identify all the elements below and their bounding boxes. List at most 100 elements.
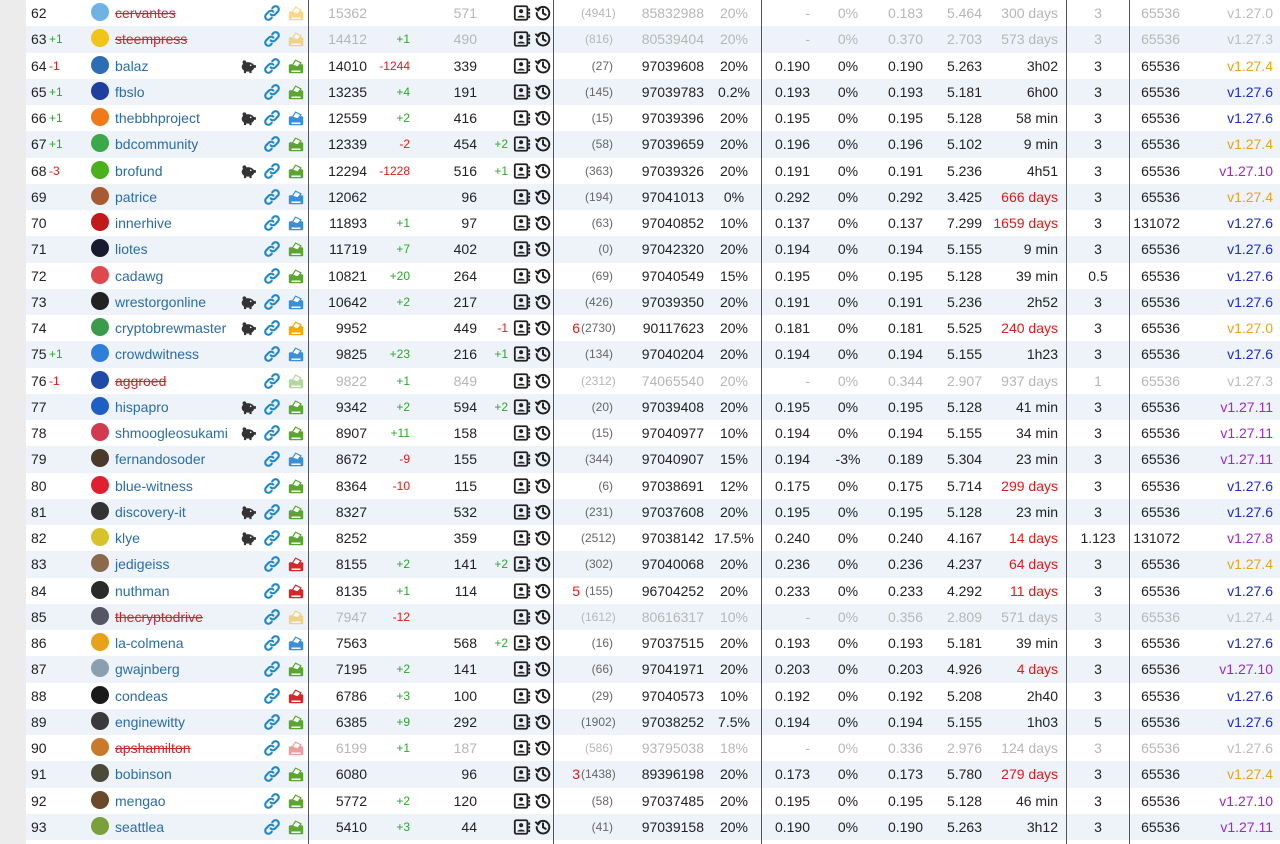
profile-card-icon[interactable] [513,214,531,232]
chain-link-icon[interactable] [263,582,281,600]
history-icon[interactable] [534,30,552,48]
chain-link-icon[interactable] [263,555,281,573]
profile-card-icon[interactable] [513,30,531,48]
profile-card-icon[interactable] [513,818,531,836]
profile-card-icon[interactable] [513,713,531,731]
history-icon[interactable] [534,503,552,521]
chain-link-icon[interactable] [263,109,281,127]
chain-link-icon[interactable] [263,713,281,731]
profile-card-icon[interactable] [513,608,531,626]
history-icon[interactable] [534,582,552,600]
history-icon[interactable] [534,687,552,705]
chain-link-icon[interactable] [263,660,281,678]
history-icon[interactable] [534,660,552,678]
witness-name-link[interactable]: thebbhproject [115,105,255,131]
profile-card-icon[interactable] [513,660,531,678]
profile-card-icon[interactable] [513,634,531,652]
chain-link-icon[interactable] [263,424,281,442]
witness-name-link[interactable]: seattlea [115,814,255,840]
profile-card-icon[interactable] [513,109,531,127]
witness-name-link[interactable]: cervantes [115,0,255,26]
witness-name-link[interactable]: hispapro [115,394,255,420]
profile-card-icon[interactable] [513,687,531,705]
history-icon[interactable] [534,398,552,416]
history-icon[interactable] [534,4,552,22]
chain-link-icon[interactable] [263,765,281,783]
profile-card-icon[interactable] [513,293,531,311]
witness-name-link[interactable]: liotes [115,236,255,262]
history-icon[interactable] [534,477,552,495]
history-icon[interactable] [534,240,552,258]
witness-name-link[interactable]: steempress [115,26,255,52]
chain-link-icon[interactable] [263,372,281,390]
chain-link-icon[interactable] [263,293,281,311]
chain-link-icon[interactable] [263,503,281,521]
history-icon[interactable] [534,555,552,573]
profile-card-icon[interactable] [513,477,531,495]
history-icon[interactable] [534,529,552,547]
witness-name-link[interactable]: brofund [115,158,255,184]
profile-card-icon[interactable] [513,267,531,285]
profile-card-icon[interactable] [513,4,531,22]
witness-name-link[interactable]: innerhive [115,210,255,236]
history-icon[interactable] [534,135,552,153]
profile-card-icon[interactable] [513,398,531,416]
witness-name-link[interactable]: jedigeiss [115,551,255,577]
witness-name-link[interactable]: shmoogleosukami [115,420,255,446]
profile-card-icon[interactable] [513,135,531,153]
history-icon[interactable] [534,293,552,311]
history-icon[interactable] [534,188,552,206]
chain-link-icon[interactable] [263,529,281,547]
witness-name-link[interactable]: discovery-it [115,499,255,525]
witness-name-link[interactable]: cadawg [115,263,255,289]
chain-link-icon[interactable] [263,214,281,232]
witness-name-link[interactable]: bobinson [115,761,255,787]
history-icon[interactable] [534,765,552,783]
chain-link-icon[interactable] [263,608,281,626]
history-icon[interactable] [534,792,552,810]
history-icon[interactable] [534,634,552,652]
profile-card-icon[interactable] [513,345,531,363]
chain-link-icon[interactable] [263,135,281,153]
witness-name-link[interactable]: balaz [115,53,255,79]
profile-card-icon[interactable] [513,424,531,442]
chain-link-icon[interactable] [263,818,281,836]
history-icon[interactable] [534,162,552,180]
history-icon[interactable] [534,214,552,232]
profile-card-icon[interactable] [513,503,531,521]
witness-name-link[interactable]: la-colmena [115,630,255,656]
witness-name-link[interactable]: mengao [115,788,255,814]
profile-card-icon[interactable] [513,372,531,390]
chain-link-icon[interactable] [263,450,281,468]
history-icon[interactable] [534,818,552,836]
profile-card-icon[interactable] [513,765,531,783]
witness-name-link[interactable]: crowdwitness [115,341,255,367]
history-icon[interactable] [534,424,552,442]
witness-name-link[interactable]: wrestorgonline [115,289,255,315]
witness-name-link[interactable]: cryptobrewmaster [115,315,255,341]
history-icon[interactable] [534,57,552,75]
profile-card-icon[interactable] [513,162,531,180]
profile-card-icon[interactable] [513,582,531,600]
profile-card-icon[interactable] [513,240,531,258]
chain-link-icon[interactable] [263,4,281,22]
profile-card-icon[interactable] [513,450,531,468]
history-icon[interactable] [534,608,552,626]
witness-name-link[interactable]: condeas [115,683,255,709]
profile-card-icon[interactable] [513,792,531,810]
profile-card-icon[interactable] [513,739,531,757]
chain-link-icon[interactable] [263,83,281,101]
history-icon[interactable] [534,372,552,390]
witness-name-link[interactable]: klye [115,525,255,551]
profile-card-icon[interactable] [513,319,531,337]
chain-link-icon[interactable] [263,267,281,285]
chain-link-icon[interactable] [263,687,281,705]
witness-name-link[interactable]: enginewitty [115,709,255,735]
profile-card-icon[interactable] [513,57,531,75]
history-icon[interactable] [534,713,552,731]
witness-name-link[interactable]: patrice [115,184,255,210]
chain-link-icon[interactable] [263,634,281,652]
chain-link-icon[interactable] [263,398,281,416]
chain-link-icon[interactable] [263,57,281,75]
history-icon[interactable] [534,267,552,285]
